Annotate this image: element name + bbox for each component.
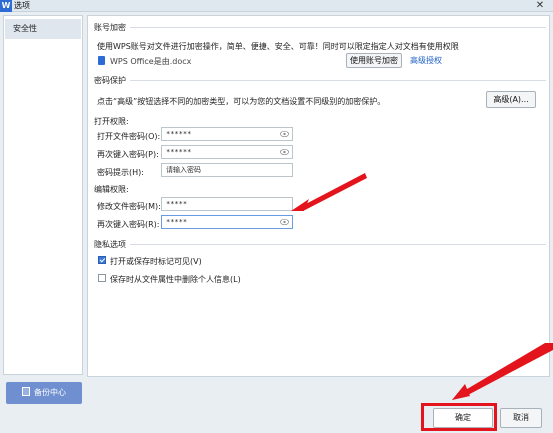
remove-personal-info-checkbox[interactable] xyxy=(98,274,106,282)
reenter-edit-password-label: 再次键入密码(R): xyxy=(97,220,160,229)
reenter-open-password-value: ****** xyxy=(166,148,192,156)
file-name: WPS Office是由.docx xyxy=(110,57,192,66)
account-encryption-title: 账号加密 xyxy=(94,23,126,32)
edit-password-field[interactable]: ***** xyxy=(161,197,293,211)
eye-icon[interactable] xyxy=(280,130,289,138)
ok-button-highlight-annotation xyxy=(421,403,497,431)
reenter-open-password-label: 再次键入密码(P): xyxy=(97,150,159,159)
mark-visible-checkbox[interactable] xyxy=(98,256,106,264)
edit-permissions-title: 编辑权限: xyxy=(94,185,129,194)
eye-icon[interactable] xyxy=(280,148,289,156)
advanced-button[interactable]: 高级(A)... xyxy=(486,91,536,108)
password-hint-placeholder: 请输入密码 xyxy=(166,166,201,174)
section-divider xyxy=(130,27,546,28)
close-icon[interactable]: ✕ xyxy=(531,0,549,12)
mark-visible-label[interactable]: 打开或保存时标记可见(V) xyxy=(110,256,202,267)
open-permissions-title: 打开权限: xyxy=(94,117,129,126)
backup-center-label: 备份中心 xyxy=(34,388,66,397)
edit-password-value: ***** xyxy=(166,200,188,208)
open-password-label: 打开文件密码(O): xyxy=(97,132,161,141)
window-title: 选项 xyxy=(14,1,30,10)
edit-password-label: 修改文件密码(M): xyxy=(97,202,161,211)
reenter-edit-password-field[interactable]: ***** xyxy=(161,215,293,229)
backup-center-button[interactable]: 备份中心 xyxy=(6,382,82,404)
backup-icon xyxy=(22,387,30,396)
section-divider xyxy=(130,80,546,81)
advanced-authorization-link[interactable]: 高级授权 xyxy=(410,55,442,66)
open-password-value: ****** xyxy=(166,130,192,138)
sidebar: 安全性 xyxy=(3,15,83,375)
eye-icon[interactable] xyxy=(280,218,289,226)
privacy-options-title: 隐私选项 xyxy=(94,240,126,249)
reenter-open-password-field[interactable]: ****** xyxy=(161,145,293,159)
arrow-to-ok-button-head xyxy=(452,384,470,400)
cancel-button[interactable]: 取消 xyxy=(500,408,542,428)
security-panel: 账号加密 使用WPS账号对文件进行加密操作，简单、便捷、安全、可靠！同时可以限定… xyxy=(87,15,550,377)
sidebar-item-security[interactable]: 安全性 xyxy=(5,19,81,39)
remove-personal-info-label[interactable]: 保存时从文件属性中删除个人信息(L) xyxy=(110,274,241,285)
wps-app-icon: W xyxy=(0,0,12,12)
password-hint-field[interactable]: 请输入密码 xyxy=(161,163,293,177)
account-encryption-description: 使用WPS账号对文件进行加密操作，简单、便捷、安全、可靠！同时可以限定指定人对文… xyxy=(97,42,459,51)
title-bar: W 选项 ✕ xyxy=(0,0,553,12)
document-icon xyxy=(98,56,105,65)
password-hint-label: 密码提示(H): xyxy=(97,168,144,177)
open-password-field[interactable]: ****** xyxy=(161,127,293,141)
account-encrypt-button[interactable]: 使用账号加密 xyxy=(346,53,402,68)
password-protection-title: 密码保护 xyxy=(94,76,126,85)
section-divider xyxy=(130,244,546,245)
reenter-edit-password-value: ***** xyxy=(166,218,188,226)
password-protection-description: 点击“高级”按钮选择不同的加密类型，可以为您的文档设置不同级别的加密保护。 xyxy=(97,97,386,106)
